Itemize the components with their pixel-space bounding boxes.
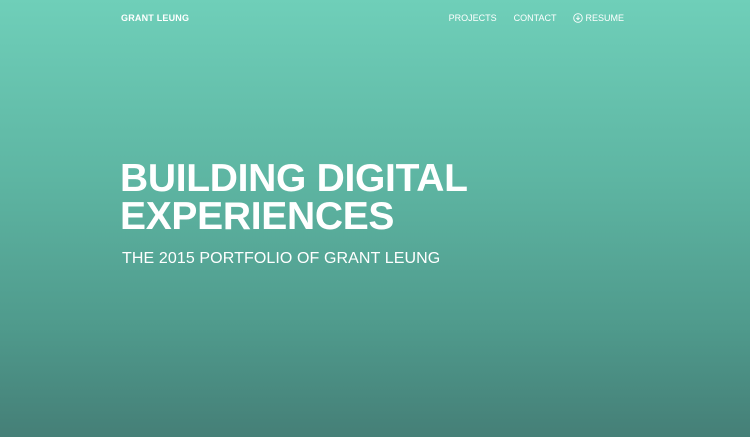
- hero-section: GRANT LEUNG PROJECTS CONTACT RESUME BUIL…: [0, 0, 750, 437]
- nav-resume-label: RESUME: [585, 13, 624, 23]
- download-icon: [573, 13, 584, 23]
- brand-logo[interactable]: GRANT LEUNG: [121, 13, 189, 23]
- hero-headline-line-1: BUILDING DIGITAL: [120, 157, 468, 200]
- top-nav: GRANT LEUNG PROJECTS CONTACT RESUME: [0, 0, 750, 40]
- nav-contact-link[interactable]: CONTACT: [514, 13, 557, 23]
- hero-headline: BUILDING DIGITAL EXPERIENCES: [120, 157, 468, 238]
- hero-subheading: THE 2015 PORTFOLIO OF GRANT LEUNG: [122, 250, 441, 267]
- nav-links: PROJECTS CONTACT RESUME: [449, 13, 624, 23]
- nav-resume-link[interactable]: RESUME: [573, 13, 624, 23]
- hero-headline-line-2: EXPERIENCES: [120, 195, 395, 238]
- nav-projects-link[interactable]: PROJECTS: [449, 13, 497, 23]
